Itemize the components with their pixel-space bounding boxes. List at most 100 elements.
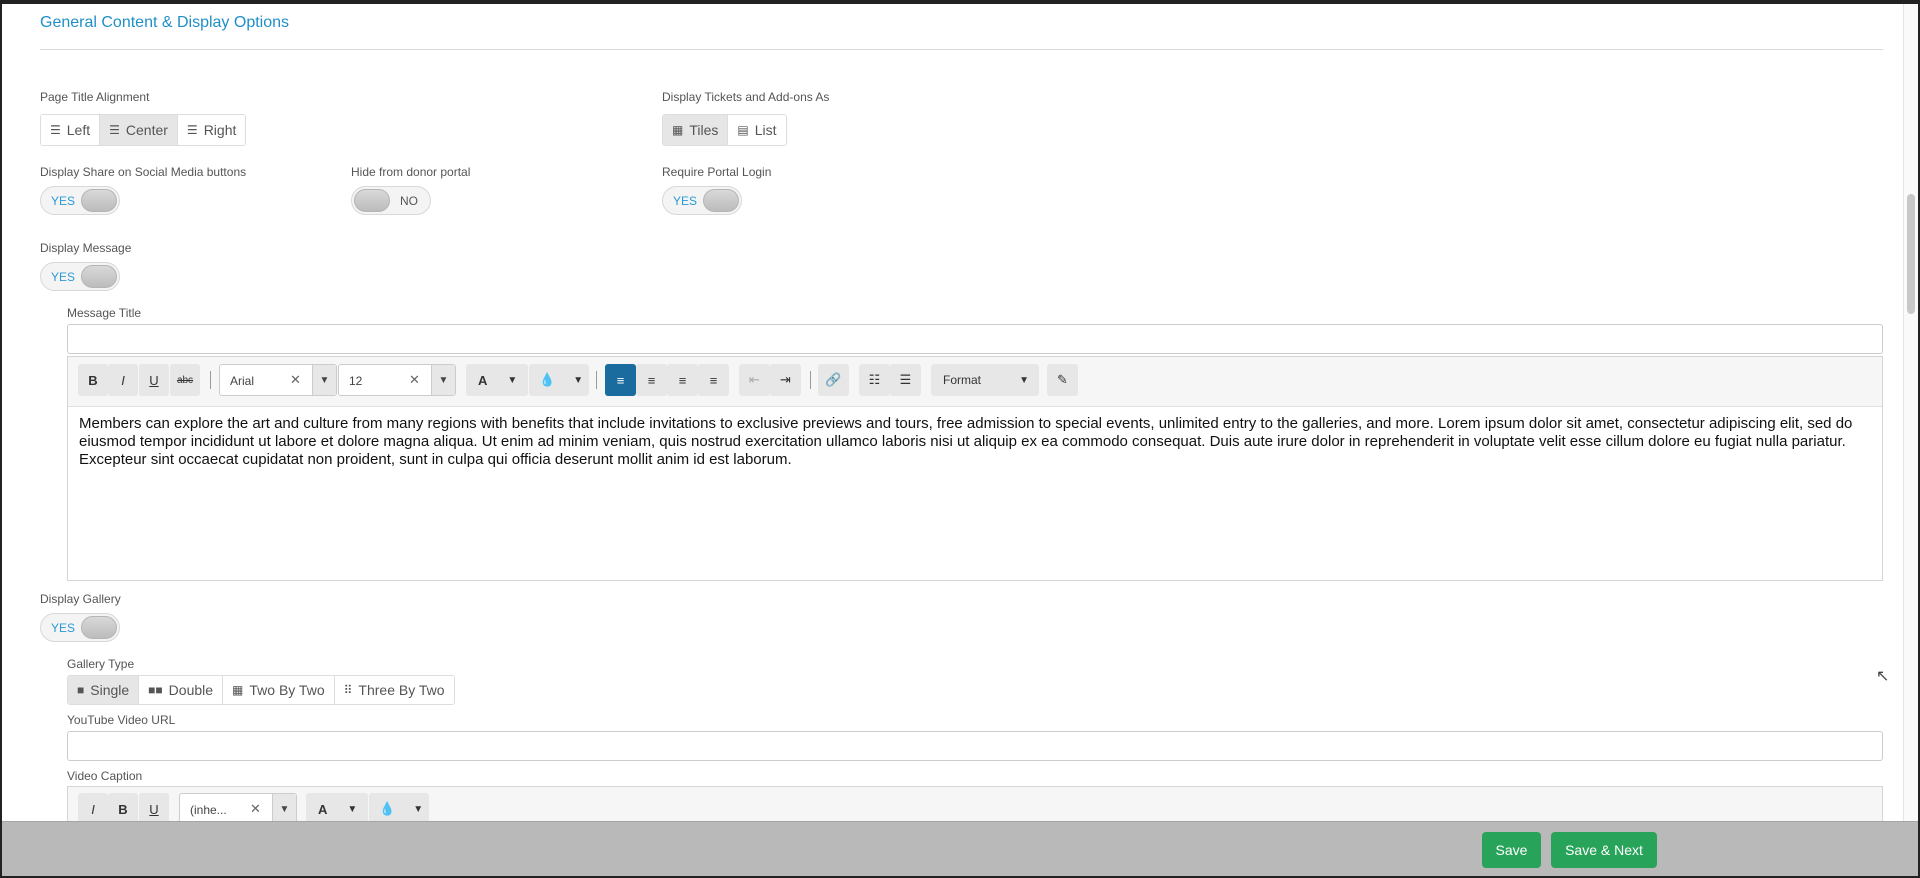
save-next-button[interactable]: Save & Next — [1551, 832, 1657, 868]
vertical-scrollbar[interactable] — [1903, 4, 1918, 827]
strikethrough-button[interactable]: abc — [170, 364, 200, 396]
square-icon: ■ — [77, 683, 85, 697]
toggle-knob — [703, 189, 739, 212]
chevron-down-icon: ▼ — [1019, 374, 1029, 386]
toggle-knob — [354, 189, 390, 212]
toggle-knob — [81, 189, 117, 212]
youtube-url-label: YouTube Video URL — [67, 713, 176, 727]
editor-toolbar: B I U abc Arial ✕ ▼ 12 ✕ ▼ A ▼ 💧 ▼ ≡ ≡ ≡… — [68, 357, 1882, 407]
editor-content[interactable]: Members can explore the art and culture … — [79, 415, 1872, 469]
message-title-input[interactable] — [67, 324, 1883, 354]
chevron-down-icon[interactable]: ▼ — [431, 365, 455, 395]
gallery-double-button[interactable]: ■■ Double — [139, 676, 224, 704]
chevron-down-icon[interactable]: ▼ — [312, 365, 336, 395]
toolbar-separator — [596, 371, 597, 389]
gallery-type-label: Gallery Type — [67, 657, 135, 671]
align-right-editor-button[interactable]: ≡ — [667, 364, 698, 396]
gallery-three-by-two-button[interactable]: ⠿ Three By Two — [334, 676, 454, 704]
display-message-toggle[interactable]: YES — [40, 262, 120, 291]
page-title-alignment-group: ☰ Left ☰ Center ☰ Right — [40, 114, 247, 146]
bullet-list-button[interactable]: ☰ — [890, 364, 921, 396]
align-left-editor-button[interactable]: ≡ — [605, 364, 636, 396]
display-tickets-label: Display Tickets and Add-ons As — [662, 90, 830, 104]
align-justify-icon: ≡ — [709, 372, 718, 388]
app-window: General Content & Display Options Page T… — [0, 0, 1920, 878]
align-right-button[interactable]: ☰ Right — [177, 115, 246, 145]
double-square-icon: ■■ — [148, 683, 163, 697]
grid-3x2-icon: ⠿ — [343, 683, 353, 697]
page-title-alignment-label: Page Title Alignment — [40, 90, 150, 104]
format-select[interactable]: Format ▼ — [931, 364, 1039, 396]
outdent-icon: ⇤ — [749, 372, 760, 387]
align-center-editor-button[interactable]: ≡ — [636, 364, 667, 396]
chevron-down-icon: ▼ — [573, 374, 584, 386]
font-size-select[interactable]: 12 ✕ ▼ — [338, 364, 456, 396]
link-button[interactable]: 🔗 — [818, 364, 849, 396]
clear-formatting-button[interactable]: ✎ — [1047, 364, 1078, 396]
italic-button[interactable]: I — [108, 364, 138, 396]
droplet-icon: 💧 — [539, 372, 556, 387]
display-gallery-label: Display Gallery — [40, 592, 121, 606]
hide-donor-toggle[interactable]: NO — [351, 186, 431, 215]
align-center-button[interactable]: ☰ Center — [100, 115, 178, 145]
chevron-down-icon[interactable]: ▼ — [272, 794, 296, 824]
footer-bar: Save Save & Next — [2, 821, 1918, 876]
message-editor: B I U abc Arial ✕ ▼ 12 ✕ ▼ A ▼ 💧 ▼ ≡ ≡ ≡… — [67, 356, 1883, 581]
indent-icon: ⇥ — [780, 372, 791, 387]
gallery-two-by-two-button[interactable]: ▦ Two By Two — [223, 676, 335, 704]
clear-icon[interactable]: ✕ — [250, 801, 261, 817]
tiles-button[interactable]: ▦ Tiles — [663, 115, 729, 145]
outdent-button[interactable]: ⇤ — [739, 364, 770, 396]
share-social-label: Display Share on Social Media buttons — [40, 165, 247, 179]
highlight-color-button[interactable]: 💧 ▼ — [529, 364, 589, 396]
underline-button[interactable]: U — [139, 364, 169, 396]
message-title-label: Message Title — [67, 306, 142, 320]
font-family-select[interactable]: Arial ✕ ▼ — [219, 364, 337, 396]
ordered-list-icon: ☷ — [868, 372, 881, 387]
display-message-label: Display Message — [40, 241, 132, 255]
divider — [40, 49, 1883, 50]
align-center-icon: ☰ — [109, 123, 120, 137]
grid-2x2-icon: ▦ — [232, 683, 244, 697]
ordered-list-button[interactable]: ☷ — [859, 364, 890, 396]
section-title: General Content & Display Options — [40, 14, 290, 31]
video-caption-label: Video Caption — [67, 769, 143, 783]
eraser-icon: ✎ — [1057, 372, 1068, 387]
align-center-icon: ≡ — [647, 372, 656, 388]
clear-icon[interactable]: ✕ — [290, 372, 301, 388]
indent-button[interactable]: ⇥ — [770, 364, 801, 396]
toggle-knob — [81, 265, 117, 288]
align-justify-editor-button[interactable]: ≡ — [698, 364, 729, 396]
list-button[interactable]: ▤ List — [728, 115, 786, 145]
align-right-icon: ☰ — [186, 123, 198, 137]
mouse-cursor-icon: ↖ — [1876, 668, 1890, 685]
hide-donor-label: Hide from donor portal — [351, 165, 471, 179]
display-tickets-group: ▦ Tiles ▤ List — [662, 114, 787, 146]
bullet-list-icon: ☰ — [899, 372, 912, 387]
list-icon: ▤ — [737, 123, 749, 137]
align-left-button[interactable]: ☰ Left — [41, 115, 101, 145]
align-left-icon: ☰ — [50, 123, 61, 137]
clear-icon[interactable]: ✕ — [409, 372, 420, 388]
chevron-down-icon: ▼ — [507, 374, 518, 386]
share-social-toggle[interactable]: YES — [40, 186, 120, 215]
grid-icon: ▦ — [672, 123, 684, 137]
toggle-knob — [81, 616, 117, 639]
gallery-type-group: ■ Single ■■ Double ▦ Two By Two ⠿ Three By T… — [67, 675, 455, 705]
toolbar-separator — [210, 371, 211, 389]
droplet-icon: 💧 — [379, 801, 396, 816]
gallery-single-button[interactable]: ■ Single — [68, 676, 140, 704]
chevron-down-icon: ▼ — [347, 803, 358, 815]
save-button[interactable]: Save — [1482, 832, 1541, 868]
scrollbar-thumb[interactable] — [1907, 194, 1915, 314]
link-icon: 🔗 — [825, 372, 842, 387]
bold-button[interactable]: B — [78, 364, 108, 396]
font-color-button[interactable]: A ▼ — [466, 364, 528, 396]
align-right-icon: ≡ — [678, 372, 687, 388]
toolbar-separator — [810, 371, 811, 389]
align-left-icon: ≡ — [616, 372, 625, 388]
youtube-url-input[interactable] — [67, 731, 1883, 761]
display-gallery-toggle[interactable]: YES — [40, 613, 120, 642]
require-login-toggle[interactable]: YES — [662, 186, 742, 215]
require-login-label: Require Portal Login — [662, 165, 772, 179]
